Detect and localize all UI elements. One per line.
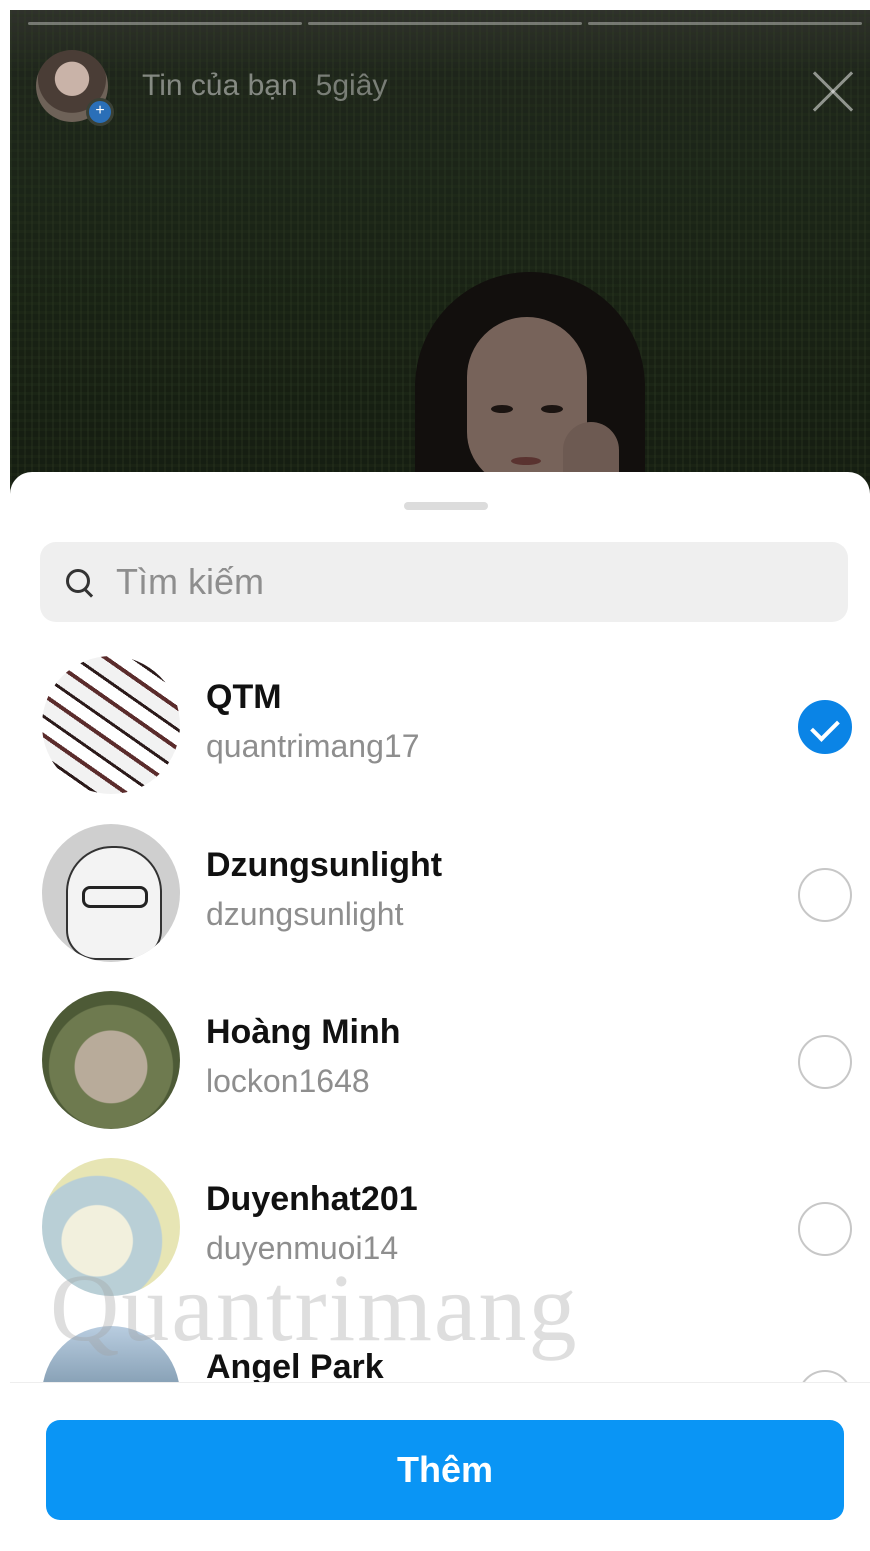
contact-name: Hoàng Minh bbox=[206, 1013, 401, 1051]
contact-row[interactable]: Hoàng Minh lockon1648 bbox=[10, 987, 870, 1154]
sheet-footer: Thêm bbox=[10, 1382, 870, 1551]
select-checkbox[interactable] bbox=[798, 868, 852, 922]
select-checkbox-checked[interactable] bbox=[798, 700, 852, 754]
sheet-drag-handle[interactable] bbox=[404, 502, 488, 510]
contact-name: Duyenhat201 bbox=[206, 1180, 418, 1218]
select-checkbox[interactable] bbox=[798, 1035, 852, 1089]
left-edge bbox=[0, 0, 10, 1550]
progress-segment bbox=[588, 22, 862, 25]
contact-username: duyenmuoi14 bbox=[206, 1230, 399, 1266]
contact-name: Angel Park bbox=[206, 1348, 384, 1382]
avatar bbox=[42, 991, 180, 1129]
avatar bbox=[42, 1158, 180, 1296]
select-checkbox[interactable] bbox=[798, 1370, 852, 1382]
story-title: Tin của bạn bbox=[142, 69, 298, 102]
share-bottom-sheet: QTM quantrimang17 Dzungsunlight dzungsun… bbox=[10, 472, 870, 1551]
plus-icon: + bbox=[86, 98, 114, 126]
close-icon[interactable] bbox=[808, 68, 856, 116]
story-avatar[interactable]: + bbox=[36, 50, 114, 126]
contact-row[interactable]: Angel Park bbox=[10, 1322, 870, 1382]
contact-list[interactable]: QTM quantrimang17 Dzungsunlight dzungsun… bbox=[10, 652, 870, 1382]
contact-row[interactable]: Dzungsunlight dzungsunlight bbox=[10, 820, 870, 987]
contact-name: QTM bbox=[206, 678, 282, 716]
search-input[interactable] bbox=[114, 560, 818, 604]
story-progress-bars bbox=[28, 22, 862, 26]
avatar bbox=[42, 1326, 180, 1382]
contact-name: Dzungsunlight bbox=[206, 846, 443, 884]
story-time: 5giây bbox=[315, 69, 388, 102]
contact-username: lockon1648 bbox=[206, 1063, 370, 1099]
search-icon bbox=[66, 569, 92, 595]
contact-username: quantrimang17 bbox=[206, 728, 420, 764]
progress-segment bbox=[308, 22, 582, 25]
contact-row[interactable]: Duyenhat201 duyenmuoi14 bbox=[10, 1154, 870, 1321]
add-button[interactable]: Thêm bbox=[46, 1420, 844, 1520]
select-checkbox[interactable] bbox=[798, 1202, 852, 1256]
avatar bbox=[42, 824, 180, 962]
search-bar[interactable] bbox=[40, 542, 848, 622]
contact-username: dzungsunlight bbox=[206, 896, 404, 932]
story-header: + Tin của bạn 5giây bbox=[36, 50, 388, 126]
progress-segment bbox=[28, 22, 302, 25]
contact-row[interactable]: QTM quantrimang17 bbox=[10, 652, 870, 819]
avatar bbox=[42, 656, 180, 794]
